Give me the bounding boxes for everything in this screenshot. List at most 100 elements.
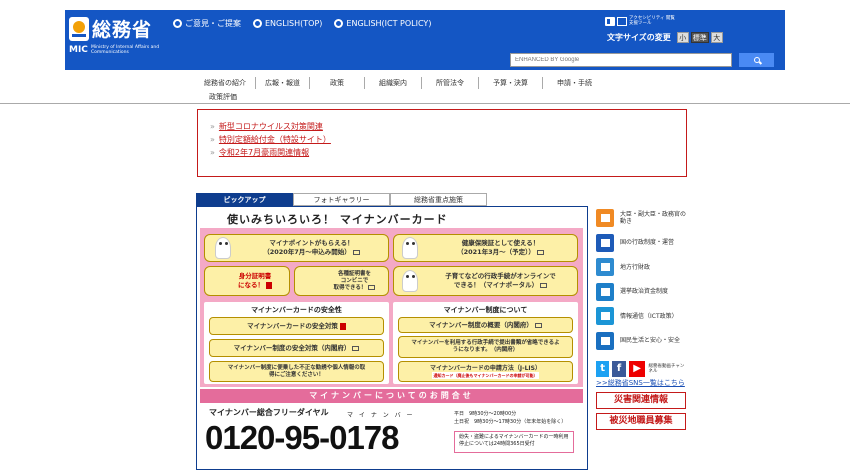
sidebar-item-administration[interactable]: 国の行政制度・運営	[596, 231, 686, 255]
tab-priority-policies[interactable]: 総務省重点施策	[390, 193, 487, 206]
notice-link-benefit[interactable]: 特別定額給付金（特設サイト）	[210, 133, 686, 146]
logo-subtitle: Ministry of Internal Affairs and Communi…	[91, 45, 160, 55]
sns-list-link[interactable]: >>総務省SNS一覧はこちら	[596, 379, 686, 388]
sidebar-item-safety[interactable]: 国民生活と安心・安全	[596, 329, 686, 353]
card-mynapoint[interactable]: マイナポイントがもらえる！ （2020年7月〜申込み開始）	[204, 234, 389, 262]
sidebar-item-ministers[interactable]: 大臣・副大臣・政務官の動き	[596, 206, 686, 230]
tab-pickup[interactable]: ピックアップ	[196, 193, 293, 206]
nav-pr[interactable]: 広報・報道	[255, 77, 309, 89]
english-ict-link[interactable]: ENGLISH(ICT POLICY)	[334, 18, 431, 29]
card-health-line1: 健康保険証として使える！	[461, 239, 540, 247]
phone-number[interactable]: 0120-95-0178	[205, 419, 400, 457]
pdf-icon	[339, 322, 346, 330]
about-box: マイナンバー制度について マイナンバー制度の概要（内閣府） マイナンバーを利用す…	[393, 302, 578, 384]
nav-laws[interactable]: 所管法令	[421, 77, 478, 89]
about-link-apply[interactable]: マイナンバーカードの申請方法（J-LIS） 通知カード（廃止後もマイナンバーカー…	[398, 361, 573, 382]
search-bar	[510, 53, 774, 67]
nav-about[interactable]: 総務省の紹介	[195, 77, 255, 89]
banner-pink-area: マイナポイントがもらえる！ （2020年7月〜申込み開始） 健康保険証として使え…	[200, 228, 583, 387]
card-mynapoint-line2: （2020年7月〜申込み開始）	[263, 248, 360, 257]
nav-applications[interactable]: 申請・手続	[542, 77, 606, 89]
external-link-icon	[352, 249, 360, 255]
sidebar-item-label: 選挙政治資金制度	[620, 288, 669, 295]
nav-row-1: 総務省の紹介 広報・報道 政策 組織案内 所管法令 予算・決算 申請・手続	[195, 76, 625, 90]
circle-bullet-icon	[253, 19, 262, 28]
mascot-icon	[402, 237, 418, 259]
twitter-icon[interactable]: t	[596, 360, 610, 377]
speaker-icon	[605, 16, 615, 26]
card-id-line2: になる！	[238, 281, 272, 290]
banner-title: 使いみちいろいろ！ マイナンバーカード	[227, 213, 448, 226]
sidebar-item-local-finance[interactable]: 地方行財政	[596, 255, 686, 279]
search-button[interactable]	[739, 53, 774, 67]
notice-link-rain[interactable]: 令和2年7月豪雨関連情報	[210, 146, 686, 159]
safety-link-warning-text: マイナンバー制度に便乗した不正な勧誘や個人情報の取得にご注意ください！	[227, 364, 366, 378]
free-dial-label: マイナンバー総合フリーダイヤル	[209, 408, 329, 417]
about-link-overview[interactable]: マイナンバー制度の概要（内閣府）	[398, 317, 573, 333]
nav-organization[interactable]: 組織案内	[364, 77, 421, 89]
logo-text: 総務省	[92, 19, 153, 41]
accessibility-tool[interactable]: アクセシビリティ 閲覧支援ツール	[605, 16, 679, 26]
sidebar-item-elections[interactable]: 選挙政治資金制度	[596, 280, 686, 304]
youtube-icon[interactable]: ▶	[628, 360, 646, 377]
accessibility-text: アクセシビリティ 閲覧支援ツール	[629, 16, 675, 26]
main-nav: 総務省の紹介 広報・報道 政策 組織案内 所管法令 予算・決算 申請・手続 政策…	[195, 76, 625, 104]
safety-link-system-text: マイナンバー制度の安全対策（内閣府）	[233, 343, 351, 352]
english-top-link[interactable]: ENGLISH(TOP)	[253, 18, 322, 29]
people-icon	[596, 331, 614, 350]
safety-link-card-text: マイナンバーカードの安全対策	[247, 321, 338, 330]
content-tabs: ピックアップ フォトギャラリー 総務省重点施策	[196, 193, 588, 206]
nav-budget[interactable]: 予算・決算	[478, 77, 542, 89]
mascot-icon	[402, 270, 418, 292]
opinion-link-label: ご意見・ご提案	[185, 19, 241, 28]
map-icon	[596, 258, 614, 276]
safety-link-card[interactable]: マイナンバーカードの安全対策	[209, 317, 384, 335]
mic-logo[interactable]: 総務省 MIC Ministry of Internal Affairs and…	[69, 15, 161, 59]
search-input[interactable]	[510, 53, 732, 67]
sidebar-item-label: 大臣・副大臣・政務官の動き	[620, 211, 687, 225]
external-link-icon	[352, 345, 360, 351]
logo-mic: MIC	[69, 45, 88, 55]
english-ict-link-label: ENGLISH(ICT POLICY)	[346, 19, 432, 28]
nav-evaluation[interactable]: 政策評価	[195, 91, 246, 103]
card-id-proof[interactable]: 身分証明書 になる！	[204, 266, 290, 296]
card-portal-line1: 子育てなどの行政手続がオンラインで	[445, 272, 556, 280]
font-size-standard-button[interactable]: 標準	[690, 32, 709, 43]
card-mynapoint-line1: マイナポイントがもらえる！	[269, 239, 354, 247]
font-size-large-button[interactable]: 大	[710, 32, 723, 43]
lost-card-note: 紛失・盗難によるマイナンバーカードの一時利用停止については24時間365日受付	[454, 431, 574, 453]
facebook-icon[interactable]: f	[612, 360, 626, 377]
contact-heading: マイナンバーについてのお問合せ	[200, 389, 583, 403]
mascot-icon	[215, 237, 231, 259]
search-icon	[753, 57, 760, 63]
circle-bullet-icon	[173, 19, 182, 28]
opinion-link[interactable]: ご意見・ご提案	[173, 18, 241, 29]
mynumber-banner: 使いみちいろいろ！ マイナンバーカード マイナポイントがもらえる！ （2020年…	[196, 206, 588, 470]
disaster-staff-button[interactable]: 被災地職員募集	[596, 412, 686, 430]
english-top-link-label: ENGLISH(TOP)	[265, 19, 323, 28]
card-convenience-store[interactable]: 各種証明書を コンビニで 取得できる！	[294, 266, 389, 296]
sidebar-item-ict[interactable]: 情報通信（ICT政策）	[596, 304, 686, 328]
disaster-info-button[interactable]: 災害関連情報	[596, 391, 686, 409]
notice-link-covid[interactable]: 新型コロナウイルス対策関連	[210, 120, 686, 133]
card-conv-line3: 取得できる！	[334, 284, 376, 292]
external-link-icon	[534, 322, 542, 328]
card-id-line2-text: になる！	[238, 281, 264, 289]
youtube-channel-label[interactable]: 総務省動画チャンネル	[648, 364, 686, 374]
nav-policy[interactable]: 政策	[309, 77, 364, 89]
safety-link-system[interactable]: マイナンバー制度の安全対策（内閣府）	[209, 339, 384, 357]
font-size-small-button[interactable]: 小	[676, 32, 689, 43]
ballot-box-icon	[596, 282, 614, 301]
safety-link-warning[interactable]: マイナンバー制度に便乗した不正な勧誘や個人情報の取得にご注意ください！	[209, 361, 384, 382]
sidebar: 大臣・副大臣・政務官の動き 国の行政制度・運営 地方行財政 選挙政治資金制度 情…	[596, 206, 686, 430]
external-link-icon	[540, 282, 548, 288]
card-id-line1: 身分証明書	[238, 272, 272, 280]
card-health-line2-text: （2021年3月〜（予定））	[457, 248, 535, 256]
nav-row-2: 政策評価	[195, 90, 625, 104]
about-link-procedure[interactable]: マイナンバーを利用する行政手続で提出書類が省略できるようになります。（内閣府）	[398, 336, 573, 358]
about-box-title: マイナンバー制度について	[443, 306, 528, 314]
card-health-insurance[interactable]: 健康保険証として使える！ （2021年3月〜（予定））	[393, 234, 578, 262]
tab-photo-gallery[interactable]: フォトギャラリー	[293, 193, 390, 206]
card-mynaportal[interactable]: 子育てなどの行政手続がオンラインで できる！（マイナポータル）	[393, 266, 578, 296]
about-note-text: 通知カード（廃止後もマイナンバーカードの申請が可能）	[431, 371, 540, 379]
